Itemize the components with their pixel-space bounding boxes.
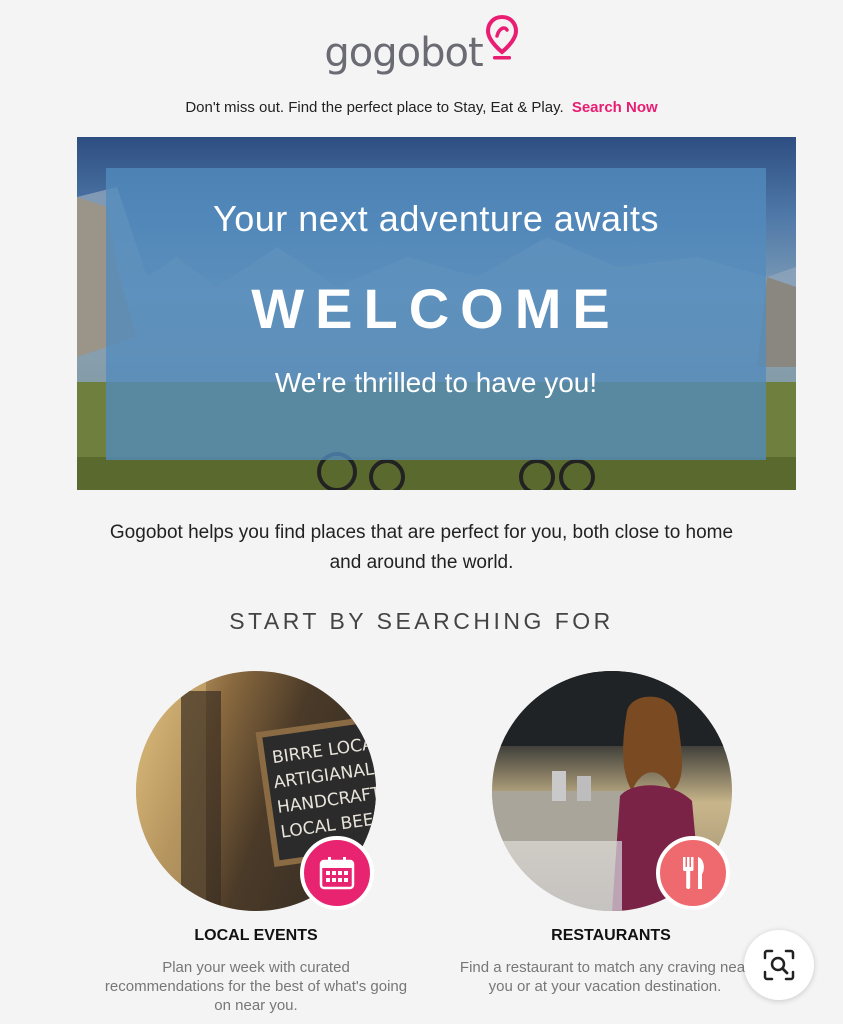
visual-search-icon xyxy=(763,949,795,981)
restaurants-badge[interactable] xyxy=(656,836,730,910)
location-pin-icon xyxy=(485,14,519,67)
hero-banner: Your next adventure awaits WELCOME We're… xyxy=(77,137,796,490)
tagline: Don't miss out. Find the perfect place t… xyxy=(0,99,843,116)
restaurants-title[interactable]: RESTAURANTS xyxy=(461,927,761,945)
section-title: START BY SEARCHING FOR xyxy=(229,608,614,634)
restaurants-description-text: Find a restaurant to match any craving n… xyxy=(459,959,751,995)
local-events-description: Plan your week with curated recommendati… xyxy=(104,959,408,1014)
email-page: gogobot Don't miss out. Find the perfect… xyxy=(0,0,843,1024)
tagline-text: Don't miss out. Find the perfect place t… xyxy=(185,99,564,116)
hero-subtitle: Your next adventure awaits xyxy=(213,198,659,239)
restaurants-description: Find a restaurant to match any craving n… xyxy=(455,958,755,996)
visual-search-button[interactable] xyxy=(744,930,814,1000)
hero-overlay-box: Your next adventure awaits WELCOME We're… xyxy=(106,168,766,460)
local-events-title[interactable]: LOCAL EVENTS xyxy=(106,927,406,945)
fork-knife-icon xyxy=(683,857,704,889)
search-now-link[interactable]: Search Now xyxy=(572,99,658,116)
local-events-badge[interactable] xyxy=(300,836,374,910)
gogobot-logo[interactable]: gogobot xyxy=(0,14,843,73)
intro-text: Gogobot helps you find places that are p… xyxy=(109,522,734,573)
logo-wordmark: gogobot xyxy=(324,30,483,76)
calendar-icon xyxy=(319,857,355,890)
hero-message: We're thrilled to have you! xyxy=(274,367,598,398)
hero-title: WELCOME xyxy=(251,277,621,340)
